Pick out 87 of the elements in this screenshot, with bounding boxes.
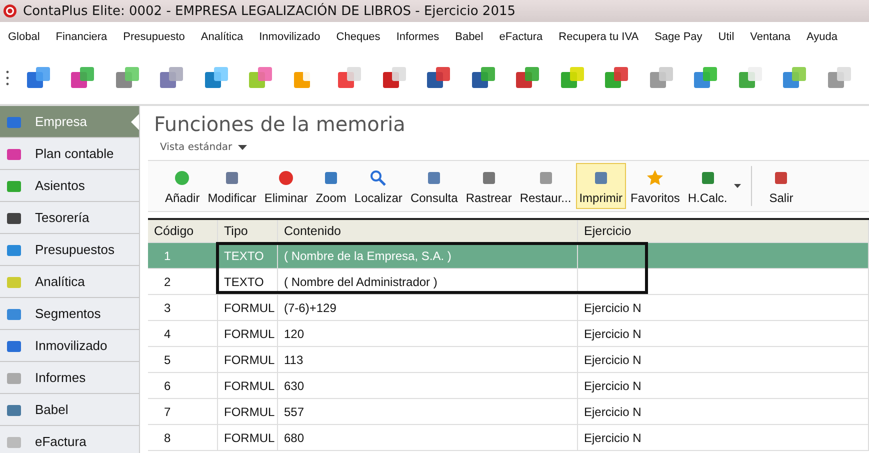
- sidebar-item[interactable]: Informes: [0, 362, 139, 394]
- table-cell: 120: [284, 326, 304, 340]
- table-row[interactable]: 3 FORMUL (7-6)+129 Ejercicio N: [148, 295, 869, 321]
- table-cell-text: 3: [163, 300, 171, 314]
- table-row[interactable]: 5 FORMUL 113 Ejercicio N: [148, 347, 869, 373]
- search-icon: [370, 170, 386, 186]
- table-cell-text: 7: [163, 404, 171, 418]
- table-cell: (7-6)+129: [284, 300, 336, 314]
- column-header[interactable]: Contenido: [278, 220, 578, 242]
- toolbar-button[interactable]: Localizar: [351, 163, 406, 209]
- table-cell: ( Nombre del Administrador ): [284, 274, 438, 288]
- table-cell-text: 6: [163, 378, 171, 392]
- table-cell-text: 5: [163, 352, 171, 366]
- table-cell: Ejercicio N: [584, 352, 642, 366]
- toolbar-button[interactable]: H.Calc.: [684, 163, 730, 209]
- table-cell-text: 8: [163, 430, 171, 444]
- sidebar-item[interactable]: Asientos: [0, 170, 139, 202]
- table-cell-text: 2: [163, 274, 171, 288]
- table-cell: Ejercicio N: [584, 430, 642, 444]
- sidebar-item[interactable]: Babel: [0, 394, 139, 426]
- star-icon: [647, 170, 664, 186]
- menu-item[interactable]: Recupera tu IVA: [558, 31, 639, 43]
- menu-item[interactable]: Ayuda: [806, 31, 838, 43]
- menu-item[interactable]: Util: [718, 31, 734, 43]
- sidebar-item[interactable]: Tesorería: [0, 202, 139, 234]
- toolbar-button[interactable]: Restaur...: [516, 163, 574, 209]
- view-dropdown[interactable]: Vista estándar: [148, 138, 248, 156]
- table-row[interactable]: 6 FORMUL 630 Ejercicio N: [148, 373, 869, 399]
- table-cell: FORMUL: [224, 300, 275, 314]
- menu-item[interactable]: Global: [8, 31, 40, 43]
- menu-item[interactable]: Financiera: [56, 31, 108, 43]
- table-cell: 557: [284, 404, 304, 418]
- caret-icon[interactable]: [734, 184, 742, 188]
- grip-icon: [6, 70, 9, 86]
- menu-item[interactable]: Babel: [455, 31, 484, 43]
- table-cell: FORMUL: [224, 404, 275, 418]
- menu-item[interactable]: Sage Pay: [654, 31, 702, 43]
- column-header[interactable]: Ejercicio: [578, 220, 869, 242]
- table-cell: FORMUL: [224, 326, 275, 340]
- table-cell: TEXTO: [224, 248, 264, 262]
- toolbar-button[interactable]: Añadir: [162, 163, 203, 209]
- table-row[interactable]: 2 TEXTO ( Nombre del Administrador ): [148, 269, 869, 295]
- column-header[interactable]: Código: [148, 220, 218, 242]
- sidebar-item[interactable]: Plan contable: [0, 138, 139, 170]
- menu-item[interactable]: Analítica: [200, 31, 244, 43]
- toolbar-button[interactable]: Zoom: [312, 163, 350, 209]
- table-cell: 630: [284, 378, 304, 392]
- sidebar-item[interactable]: Inmovilizado: [0, 330, 139, 362]
- column-header[interactable]: Tipo: [218, 220, 278, 242]
- selection-notch: [131, 114, 139, 130]
- table-cell: Ejercicio N: [584, 300, 642, 314]
- menu-item[interactable]: Presupuesto: [123, 31, 185, 43]
- table-row[interactable]: 7 FORMUL 557 Ejercicio N: [148, 399, 869, 425]
- table-cell: Ejercicio N: [584, 326, 642, 340]
- table-cell: FORMUL: [224, 430, 275, 444]
- caret-icon: [238, 144, 248, 150]
- table-cell: 113: [284, 352, 304, 366]
- table-cell: Ejercicio N: [584, 404, 642, 418]
- sidebar-item[interactable]: Analítica: [0, 266, 139, 298]
- table-cell-text: 1: [163, 248, 171, 262]
- menu-item[interactable]: Ventana: [750, 31, 791, 43]
- table-row[interactable]: 4 FORMUL 120 Ejercicio N: [148, 321, 869, 347]
- toolbar-button[interactable]: Consulta: [407, 163, 461, 209]
- toolbar-button[interactable]: Favoritos: [628, 163, 683, 209]
- table-cell-text: 4: [163, 326, 171, 340]
- page-title: Funciones de la memoria: [153, 112, 406, 138]
- toolbar-button[interactable]: Eliminar: [261, 163, 311, 209]
- window-title: ContaPlus Elite: 0002 - EMPRESA LEGALIZACIÓN DE LIBROS - Ejercicio 2015: [23, 4, 516, 18]
- toolbar-button[interactable]: Salir: [766, 163, 796, 209]
- table-cell: FORMUL: [224, 378, 275, 392]
- table-cell: Ejercicio N: [584, 378, 642, 392]
- menu-item[interactable]: Cheques: [336, 31, 380, 43]
- table-cell: FORMUL: [224, 352, 275, 366]
- sidebar-item[interactable]: Segmentos: [0, 298, 139, 330]
- table-cell: TEXTO: [224, 274, 264, 288]
- menu-item[interactable]: Inmovilizado: [259, 31, 320, 43]
- table-cell: 680: [284, 430, 304, 444]
- toolbar-button[interactable]: Rastrear: [462, 163, 515, 209]
- menu-item[interactable]: Informes: [396, 31, 440, 43]
- toolbar-button[interactable]: Imprimir: [576, 163, 626, 209]
- menu-item[interactable]: eFactura: [499, 31, 543, 43]
- app-logo-icon: [3, 4, 17, 18]
- sidebar-item[interactable]: eFactura: [0, 426, 139, 453]
- table-row[interactable]: 8 FORMUL 680 Ejercicio N: [148, 425, 869, 451]
- sidebar-item[interactable]: Presupuestos: [0, 234, 139, 266]
- table-cell: ( Nombre de la Empresa, S.A. ): [284, 248, 452, 262]
- toolbar-button[interactable]: Modificar: [204, 163, 260, 209]
